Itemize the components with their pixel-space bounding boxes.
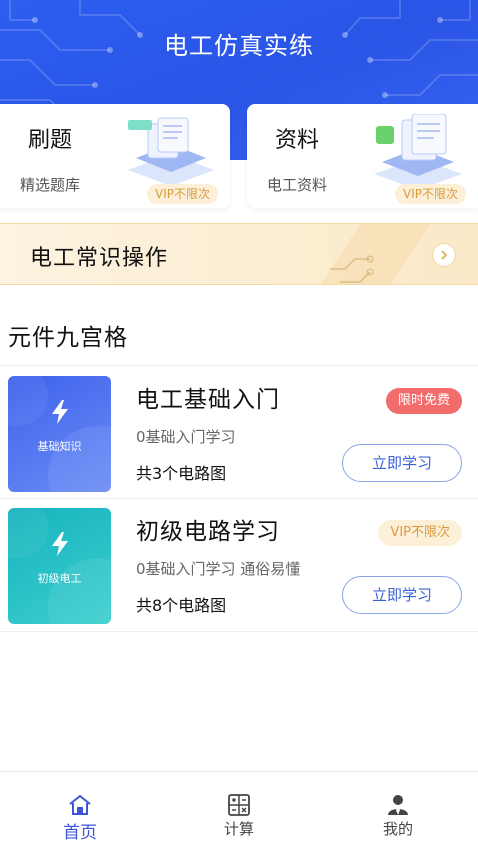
divider bbox=[0, 631, 478, 632]
section-title: 元件九宫格 bbox=[8, 325, 128, 351]
card-title: 资料 bbox=[275, 128, 320, 153]
vip-badge: VIP不限次 bbox=[395, 184, 466, 204]
circuit-count: 共3个电路图 bbox=[136, 464, 227, 483]
course-description: 0基础入门学习 bbox=[136, 428, 236, 446]
user-icon bbox=[358, 792, 438, 816]
course-item[interactable]: 基础知识 电工基础入门 限时免费 0基础入门学习 共3个电路图 立即学习 bbox=[0, 368, 478, 492]
course-name: 电工基础入门 bbox=[136, 387, 280, 413]
documents-icon bbox=[374, 114, 462, 190]
tab-label: 首页 bbox=[63, 823, 97, 843]
circuit-decoration bbox=[321, 224, 430, 284]
calculator-icon bbox=[199, 792, 279, 816]
thumbnail-label: 初级电工 bbox=[37, 572, 82, 585]
divider bbox=[0, 365, 478, 366]
bottom-tab-bar: 首页 计算 我的 bbox=[0, 771, 478, 850]
divider bbox=[0, 498, 478, 499]
thumbnail-pattern bbox=[8, 508, 111, 624]
course-item[interactable]: 初级电工 初级电路学习 VIP不限次 0基础入门学习 通俗易懂 共8个电路图 立… bbox=[0, 500, 478, 624]
course-thumbnail: 基础知识 bbox=[8, 376, 111, 492]
card-title: 刷题 bbox=[28, 128, 73, 153]
page-title: 电工仿真实练 bbox=[164, 32, 314, 60]
common-operations-banner[interactable]: 电工常识操作 bbox=[0, 223, 478, 285]
tab-label: 计算 bbox=[223, 820, 254, 838]
thumbnail-label: 基础知识 bbox=[37, 440, 82, 453]
tab-home[interactable]: 首页 bbox=[40, 792, 120, 843]
tab-label: 我的 bbox=[382, 820, 413, 838]
course-description: 0基础入门学习 通俗易懂 bbox=[136, 560, 301, 578]
lightning-icon bbox=[52, 400, 68, 424]
question-bank-icon bbox=[128, 117, 214, 186]
tab-profile[interactable]: 我的 bbox=[358, 792, 438, 839]
lightning-icon bbox=[52, 532, 68, 556]
question-bank-card[interactable]: 刷题 精选题库 VIP不限次 bbox=[0, 104, 230, 208]
card-subtitle: 电工资料 bbox=[267, 176, 328, 194]
course-thumbnail: 初级电工 bbox=[8, 508, 111, 624]
home-icon bbox=[40, 792, 120, 816]
chevron-right-icon[interactable] bbox=[432, 243, 456, 267]
vip-badge: VIP不限次 bbox=[147, 184, 218, 204]
banner-title: 电工常识操作 bbox=[30, 246, 169, 271]
start-learning-button[interactable]: 立即学习 bbox=[342, 576, 462, 614]
circuit-count: 共8个电路图 bbox=[136, 596, 227, 615]
start-learning-button[interactable]: 立即学习 bbox=[342, 444, 462, 482]
thumbnail-pattern bbox=[8, 376, 111, 492]
vip-badge: VIP不限次 bbox=[378, 520, 462, 546]
documents-card[interactable]: 资料 电工资料 VIP不限次 bbox=[247, 104, 478, 208]
free-badge: 限时免费 bbox=[385, 388, 462, 414]
tab-calculate[interactable]: 计算 bbox=[199, 792, 279, 839]
card-subtitle: 精选题库 bbox=[20, 176, 81, 194]
course-name: 初级电路学习 bbox=[136, 519, 280, 545]
